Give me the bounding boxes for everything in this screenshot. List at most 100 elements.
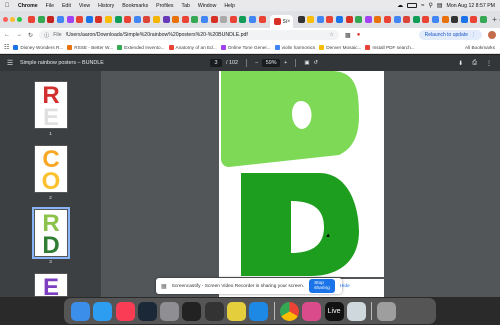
menu-history[interactable]: History <box>94 3 118 9</box>
bookmark-item[interactable]: RSSE - Better W... <box>67 45 113 50</box>
tab-favicon-icon[interactable] <box>153 16 161 23</box>
tab-favicon-icon[interactable] <box>133 16 141 23</box>
profile-avatar[interactable] <box>488 31 496 39</box>
tab-favicon-icon[interactable] <box>124 16 132 23</box>
apple-icon[interactable]:  <box>0 3 14 9</box>
tab-favicon-icon[interactable] <box>336 16 344 23</box>
tab-favicon-icon[interactable] <box>172 16 180 23</box>
hide-button[interactable]: Hide <box>340 284 350 289</box>
bookmark-item[interactable]: Install PDF search... <box>365 45 415 50</box>
menubar-clock[interactable]: Mon Aug 12 8:57 PM <box>447 3 495 9</box>
menu-help[interactable]: Help <box>220 3 239 9</box>
dock-settings-icon[interactable] <box>160 301 180 321</box>
site-info-icon[interactable]: ⓘ <box>44 32 49 39</box>
tab-favicon-icon[interactable] <box>479 16 487 23</box>
tab-favicon-icon[interactable] <box>37 16 45 23</box>
dock-steam-icon[interactable] <box>137 301 157 321</box>
page-thumbnail[interactable]: RE <box>34 81 68 131</box>
stop-sharing-button[interactable]: Stop sharing <box>309 279 335 293</box>
tab-favicon-icon[interactable] <box>403 16 411 23</box>
tab-favicon-icon[interactable] <box>326 16 334 23</box>
print-icon[interactable]: ⎙ <box>472 60 477 67</box>
close-window-icon[interactable] <box>3 17 8 22</box>
tab-favicon-icon[interactable] <box>412 16 420 23</box>
menu-profiles[interactable]: Profiles <box>152 3 177 9</box>
tab-favicon-icon[interactable] <box>191 16 199 23</box>
all-bookmarks[interactable]: All Bookmarks <box>465 45 500 50</box>
new-tab-icon[interactable]: + <box>492 15 497 24</box>
tab-favicon-icon[interactable] <box>307 16 315 23</box>
relaunch-button[interactable]: Relaunch to update ⋮ <box>418 30 482 40</box>
dock-dashboard-icon[interactable] <box>204 301 224 321</box>
pdf-viewer[interactable] <box>101 71 500 299</box>
reload-icon[interactable]: ↻ <box>28 32 33 39</box>
tab-favicon-icon[interactable] <box>316 16 324 23</box>
tab-favicon-icon[interactable] <box>258 16 266 23</box>
wifi-icon[interactable]: ≈ <box>421 3 424 9</box>
menu-file[interactable]: File <box>42 3 58 9</box>
tab-favicon-icon[interactable] <box>432 16 440 23</box>
fit-page-icon[interactable]: ▣ <box>304 60 309 66</box>
tab-favicon-icon[interactable] <box>95 16 103 23</box>
extension-screencastify-icon[interactable]: ● <box>357 32 361 38</box>
tab-favicon-icon[interactable] <box>181 16 189 23</box>
dock-camera-app-icon[interactable] <box>182 301 202 321</box>
forward-icon[interactable]: → <box>16 32 22 38</box>
tab-favicon-icon[interactable] <box>210 16 218 23</box>
download-icon[interactable]: ⬇ <box>458 60 463 67</box>
tab-favicon-icon[interactable] <box>47 16 55 23</box>
tab-favicon-icon[interactable] <box>239 16 247 23</box>
rotate-icon[interactable]: ↺ <box>313 60 318 66</box>
tab-favicon-icon[interactable] <box>229 16 237 23</box>
zoom-out-icon[interactable]: − <box>255 60 258 66</box>
menu-chrome[interactable]: Chrome <box>14 3 42 9</box>
battery-icon[interactable] <box>407 3 418 8</box>
address-bar[interactable]: ⓘ File /Users/aaron/Downloads/Simple%20r… <box>39 30 340 40</box>
tab-favicon-icon[interactable] <box>422 16 430 23</box>
tab-favicon-icon[interactable] <box>297 16 305 23</box>
close-tab-icon[interactable]: × <box>287 19 291 25</box>
tab-favicon-icon[interactable] <box>162 16 170 23</box>
tab-favicon-icon[interactable] <box>114 16 122 23</box>
tab-favicon-icon[interactable] <box>248 16 256 23</box>
tab-favicon-icon[interactable] <box>76 16 84 23</box>
tab-favicon-icon[interactable] <box>57 16 65 23</box>
page-number-input[interactable]: 3 <box>210 59 222 67</box>
minimize-window-icon[interactable] <box>10 17 15 22</box>
tab-favicon-icon[interactable] <box>105 16 113 23</box>
tab-favicon-icon[interactable] <box>28 16 36 23</box>
tab-favicon-icon[interactable] <box>451 16 459 23</box>
tab-favicon-icon[interactable] <box>441 16 449 23</box>
bookmark-item[interactable]: Disney Wonders R... <box>13 45 63 50</box>
tab-favicon-icon[interactable] <box>374 16 382 23</box>
bookmark-item[interactable]: Anatomy of an Ed... <box>168 45 217 50</box>
dock-finder-icon[interactable] <box>71 301 90 321</box>
tab-favicon-icon[interactable] <box>220 16 228 23</box>
page-thumbnail[interactable]: E <box>34 273 68 301</box>
cloud-icon[interactable]: ☁ <box>397 2 403 9</box>
dock-chrome-icon[interactable] <box>279 301 299 321</box>
tab-favicon-icon[interactable] <box>143 16 151 23</box>
more-options-icon[interactable]: ⋮ <box>486 60 492 67</box>
menu-view[interactable]: View <box>75 3 94 9</box>
menu-bookmarks[interactable]: Bookmarks <box>118 3 152 9</box>
menu-window[interactable]: Window <box>194 3 220 9</box>
page-thumbnail[interactable]: CO <box>34 145 68 195</box>
menu-tab[interactable]: Tab <box>177 3 193 9</box>
zoom-input[interactable]: 59% <box>262 59 281 67</box>
control-center-icon[interactable]: ▤ <box>437 2 443 9</box>
tab-favicon-icon[interactable] <box>364 16 372 23</box>
tab-active[interactable]: Si × <box>269 15 294 28</box>
tab-favicon-icon[interactable] <box>355 16 363 23</box>
extensions-icon[interactable]: ▩ <box>345 32 351 39</box>
dock-trash-icon[interactable] <box>377 301 397 321</box>
dock-live-icon[interactable]: Live <box>324 301 344 321</box>
dock-music-app-icon[interactable] <box>302 301 322 321</box>
dock-photos-icon[interactable] <box>227 301 247 321</box>
dock-safari-icon[interactable] <box>93 301 113 321</box>
dock-screenshot-icon[interactable] <box>346 301 366 321</box>
bookmark-item[interactable]: violin harmonics <box>274 45 315 50</box>
menu-icon[interactable]: ☰ <box>0 59 20 67</box>
bookmark-item[interactable]: Extended Invento... <box>117 45 165 50</box>
dock-preview-icon[interactable] <box>249 301 269 321</box>
